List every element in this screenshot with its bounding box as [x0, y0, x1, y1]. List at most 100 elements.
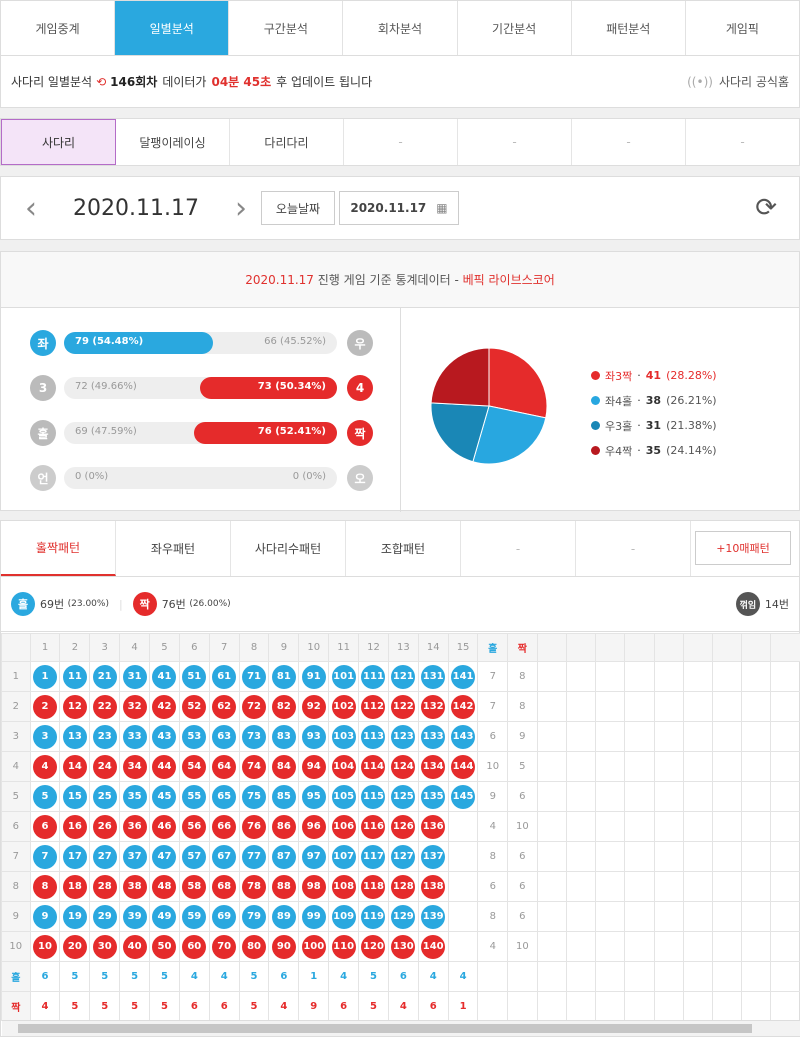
empty-cell [741, 931, 772, 962]
empty-cell [595, 811, 626, 842]
odd-summary-cell: 5 [59, 961, 91, 992]
result-ball: 29 [92, 904, 117, 929]
result-ball: 130 [391, 934, 416, 959]
result-ball: 134 [421, 754, 446, 779]
grid-cell: 100 [298, 931, 330, 962]
tab-1[interactable]: 일별분석 [115, 1, 230, 55]
grid-cell: 45 [149, 781, 180, 812]
empty-cell [682, 721, 714, 752]
subtab-1[interactable]: 달팽이레이싱 [116, 119, 230, 165]
empty-cell [565, 633, 597, 662]
grid-cell: 56 [178, 811, 210, 842]
result-ball: 125 [391, 784, 416, 809]
tab-4[interactable]: 기간분석 [458, 1, 572, 55]
empty-cell [595, 721, 626, 752]
grid-cell: 2 [29, 691, 61, 722]
subtab-4: - [458, 119, 572, 165]
result-ball: 40 [122, 934, 147, 959]
result-ball: 77 [242, 844, 267, 869]
grid-cell: 89 [268, 901, 300, 932]
grid-cell: 62 [208, 691, 240, 722]
result-ball: 106 [331, 814, 356, 839]
grid-cell: 57 [178, 841, 210, 872]
result-ball: 112 [361, 694, 386, 719]
pattern-tab-1[interactable]: 좌우패턴 [116, 521, 231, 576]
result-ball: 96 [301, 814, 326, 839]
empty-cell [653, 691, 684, 722]
empty-cell [624, 781, 655, 812]
empty-cell [565, 721, 597, 752]
subtab-2[interactable]: 다리다리 [230, 119, 344, 165]
empty-cell [712, 633, 743, 662]
empty-cell [712, 841, 743, 872]
tab-2[interactable]: 구간분석 [229, 1, 344, 55]
official-link[interactable]: ((•)) 사다리 공식홈 [687, 73, 789, 90]
even-summary-label: 짝 [1, 991, 31, 1021]
result-ball: 102 [331, 694, 356, 719]
ten-pattern-button[interactable]: +10매패턴 [695, 531, 791, 565]
row-number: 4 [1, 751, 31, 782]
tab-6[interactable]: 게임픽 [686, 1, 799, 55]
tab-5[interactable]: 패턴분석 [572, 1, 686, 55]
grid-cell: 46 [149, 811, 180, 842]
empty-cell [536, 871, 567, 902]
date-input[interactable]: 2020.11.17 ▦ [339, 191, 459, 225]
horizontal-scrollbar[interactable] [2, 1020, 800, 1036]
tab-0[interactable]: 게임중계 [1, 1, 116, 55]
grid-cell: 106 [328, 811, 360, 842]
pattern-tab-2[interactable]: 사다리수패턴 [231, 521, 346, 576]
subtab-0[interactable]: 사다리 [1, 119, 116, 165]
grid-cell: 130 [387, 931, 419, 962]
empty-cell [595, 751, 626, 782]
grid-cell: 82 [268, 691, 300, 722]
result-ball: 56 [182, 814, 207, 839]
grid-cell: 112 [358, 691, 389, 722]
grid-cell: 11 [59, 661, 91, 692]
result-ball: 36 [122, 814, 147, 839]
empty-cell [653, 901, 684, 932]
scrollbar-thumb[interactable] [18, 1024, 752, 1033]
row-number: 9 [1, 901, 31, 932]
grid-cell: 96 [298, 811, 330, 842]
empty-cell [712, 961, 743, 992]
legend-label: 좌4홀 [605, 394, 633, 408]
grid-cell: 104 [328, 751, 360, 782]
result-ball: 82 [271, 694, 296, 719]
result-ball: 33 [122, 724, 147, 749]
row-even-count: 10 [507, 811, 538, 842]
result-ball: 103 [331, 724, 356, 749]
empty-cell [712, 781, 743, 812]
grid-cell: 145 [447, 781, 479, 812]
grid-cell: 88 [268, 871, 300, 902]
grid-cell: 36 [119, 811, 151, 842]
empty-cell [741, 633, 772, 662]
even-summary-cell: 6 [208, 991, 240, 1021]
result-ball: 30 [92, 934, 117, 959]
prev-date-button[interactable]: ‹ [1, 191, 61, 226]
legend-pct: (24.14%) [666, 444, 717, 457]
result-ball: 116 [361, 814, 386, 839]
result-ball: 5 [33, 784, 58, 809]
legend-pct: (21.38%) [666, 419, 717, 432]
today-button[interactable]: 오늘날짜 [261, 191, 335, 225]
grid-cell: 144 [447, 751, 479, 782]
result-ball: 22 [92, 694, 117, 719]
empty-cell [741, 961, 772, 992]
grid-cell: 43 [149, 721, 180, 752]
pattern-tab-3[interactable]: 조합패턴 [346, 521, 461, 576]
grid-cell: 137 [417, 841, 449, 872]
grid-cell: 7 [29, 841, 61, 872]
tab-3[interactable]: 회차분석 [343, 1, 458, 55]
empty-cell [682, 751, 714, 782]
pattern-tab-0[interactable]: 홀짝패턴 [1, 521, 116, 576]
refresh-icon[interactable]: ⟳ [755, 193, 777, 223]
legend-label: 우3홀 [605, 419, 633, 433]
grid-cell: 140 [417, 931, 449, 962]
grid-cell: 125 [387, 781, 419, 812]
grid-cell: 122 [387, 691, 419, 722]
empty-cell [770, 841, 800, 872]
pie-chart [431, 348, 547, 464]
result-ball: 142 [451, 694, 476, 719]
grid-cell: 40 [119, 931, 151, 962]
result-ball: 13 [62, 724, 87, 749]
